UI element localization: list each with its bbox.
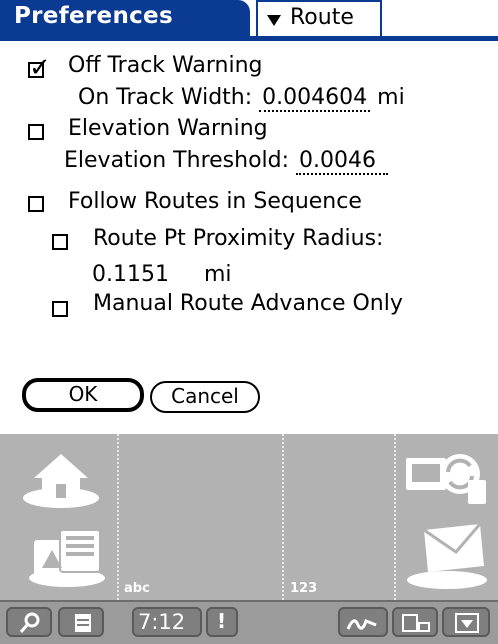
manual-route-advance-label: Manual Route Advance Only [93,291,403,316]
exclamation-icon: ! [217,609,227,633]
category-label: Route [290,5,354,30]
on-track-width-label: On Track Width: [78,85,253,110]
app-title: Preferences [14,3,173,29]
cancel-button[interactable]: Cancel [150,381,260,413]
graffiti-123-label: 123 [290,581,318,596]
route-pt-proximity-value[interactable]: 0.1151 [92,262,169,287]
route-pt-proximity-value-row: 0.1151 mi [92,262,232,287]
graffiti-toggle-button[interactable] [338,607,388,637]
manual-route-advance-checkbox[interactable] [52,301,68,317]
alert-button[interactable]: ! [206,607,238,637]
elevation-threshold-row: Elevation Threshold: 0.0046 [64,148,389,175]
category-dropdown[interactable]: Route [256,0,382,38]
applications-icon[interactable] [26,522,108,588]
ok-button[interactable]: OK [22,378,144,412]
off-track-warning-checkbox[interactable]: ✓ [28,55,51,81]
graffiti-divider [117,434,119,600]
title-underline [0,36,498,41]
route-pt-proximity-label: Route Pt Proximity Radius: [93,226,384,251]
elevation-warning-label: Elevation Warning [68,116,268,141]
hotsync-icon[interactable] [402,446,490,508]
find-button[interactable] [6,607,52,637]
menu-icon [75,614,91,632]
graffiti-abc-label: abc [124,581,150,596]
palm-screen: Preferences Route ✓ Off Track Warning On… [0,0,498,644]
status-bar: 7:12 ! [0,600,498,644]
off-track-warning-label: Off Track Warning [68,53,263,78]
follow-routes-checkbox[interactable] [28,196,44,212]
collapse-button[interactable] [442,607,490,637]
title-bar: Preferences Route [0,0,498,42]
on-track-width-row: On Track Width: 0.004604 mi [78,85,405,112]
graffiti-divider [282,434,284,600]
mail-icon[interactable] [404,520,490,590]
menu-button[interactable] [58,607,104,637]
clock-time: 7:12 [138,610,186,634]
on-track-width-field[interactable]: 0.004604 [259,85,371,112]
dropdown-triangle-icon [267,15,281,26]
clock-button[interactable]: 7:12 [132,607,202,637]
graffiti-divider [394,434,396,600]
collapse-arrow-icon [455,613,479,633]
graffiti-area[interactable]: abc 123 [0,434,498,600]
elevation-threshold-field[interactable]: 0.0046 [296,148,389,175]
magnifier-icon [19,612,40,633]
checkmark-icon: ✓ [29,53,51,83]
input-area-icon [402,614,430,632]
on-track-width-unit: mi [377,85,405,110]
follow-routes-label: Follow Routes in Sequence [68,189,362,214]
route-pt-proximity-unit: mi [203,262,232,287]
input-area-button[interactable] [392,607,438,637]
home-icon[interactable] [20,446,102,510]
elevation-threshold-label: Elevation Threshold: [64,148,290,173]
elevation-warning-checkbox[interactable] [28,124,44,140]
title-tab: Preferences [0,0,250,38]
route-pt-proximity-checkbox[interactable] [52,234,68,250]
graffiti-stroke-icon [346,619,377,630]
